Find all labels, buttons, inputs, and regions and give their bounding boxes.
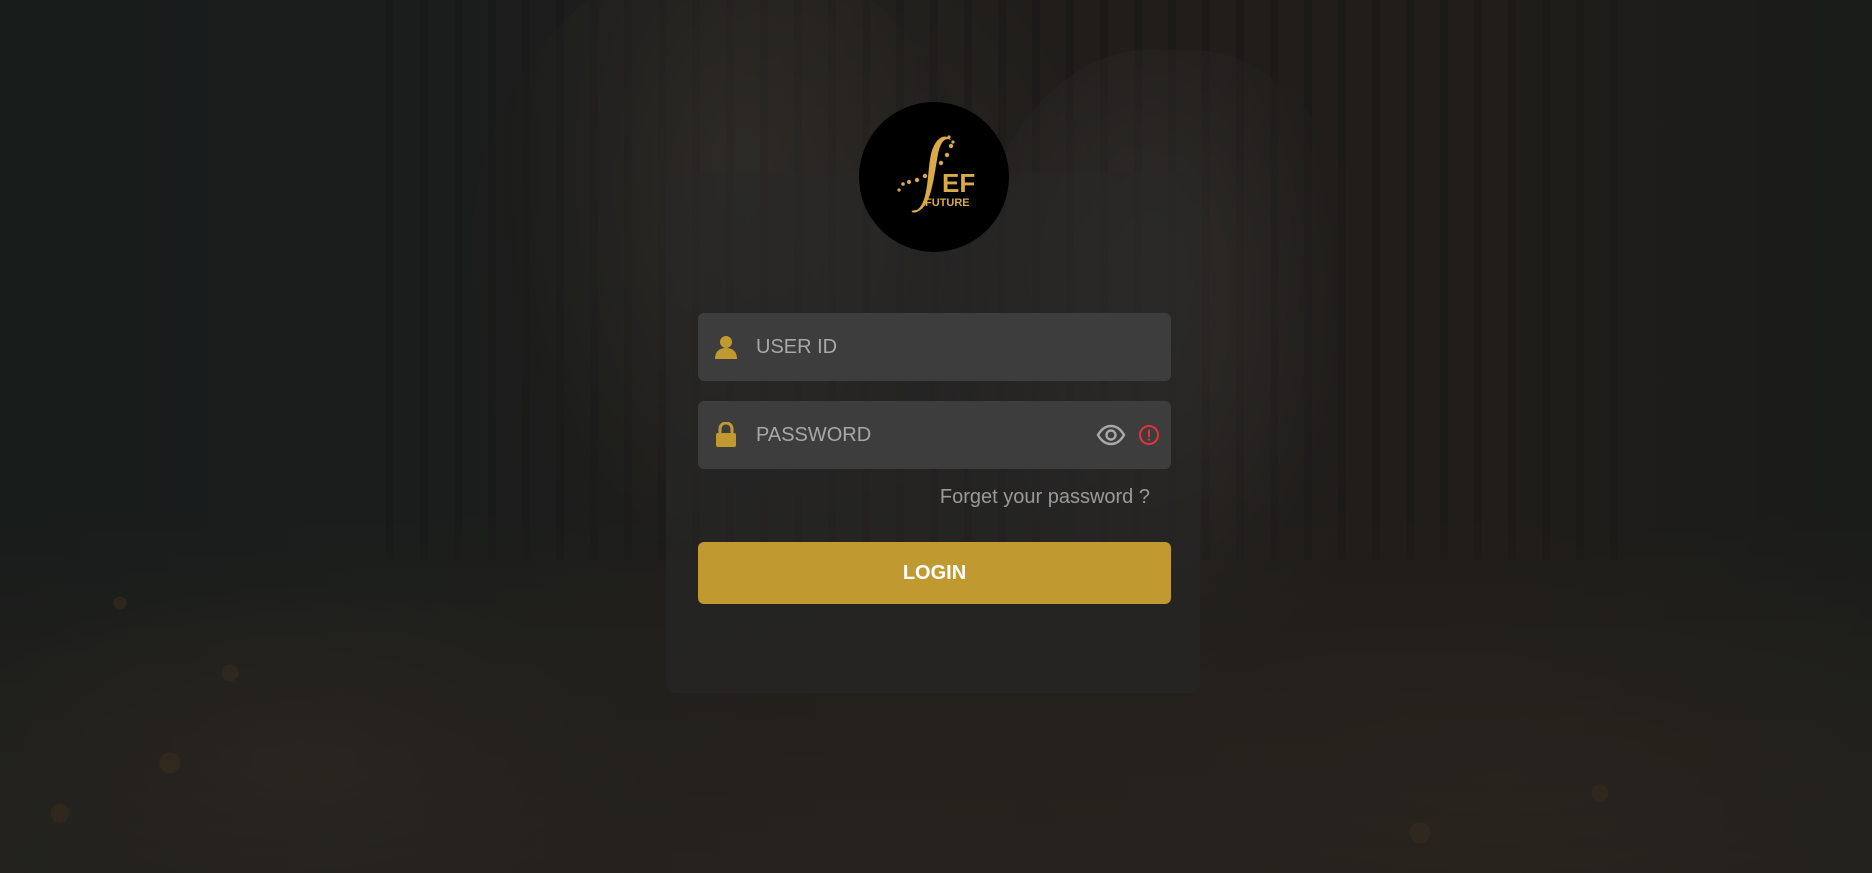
forgot-password-link[interactable]: Forget your password ?	[940, 486, 1150, 509]
user-id-input[interactable]	[738, 313, 1171, 381]
user-id-field[interactable]	[698, 313, 1171, 381]
eye-icon[interactable]	[1095, 419, 1127, 451]
logo-text-sub: FUTURE	[925, 197, 970, 209]
password-field[interactable]	[698, 401, 1171, 469]
logo-text-main: EF	[942, 168, 975, 198]
password-input[interactable]	[738, 401, 1095, 469]
alert-circle-icon	[1137, 423, 1161, 447]
lock-icon	[714, 421, 738, 449]
sef-future-logo-icon: EF FUTURE	[859, 102, 1009, 252]
user-icon	[714, 333, 738, 361]
login-page: EF FUTURE USER ID Forget your password ?…	[0, 0, 1872, 873]
login-button[interactable]: LOGIN	[698, 542, 1171, 604]
